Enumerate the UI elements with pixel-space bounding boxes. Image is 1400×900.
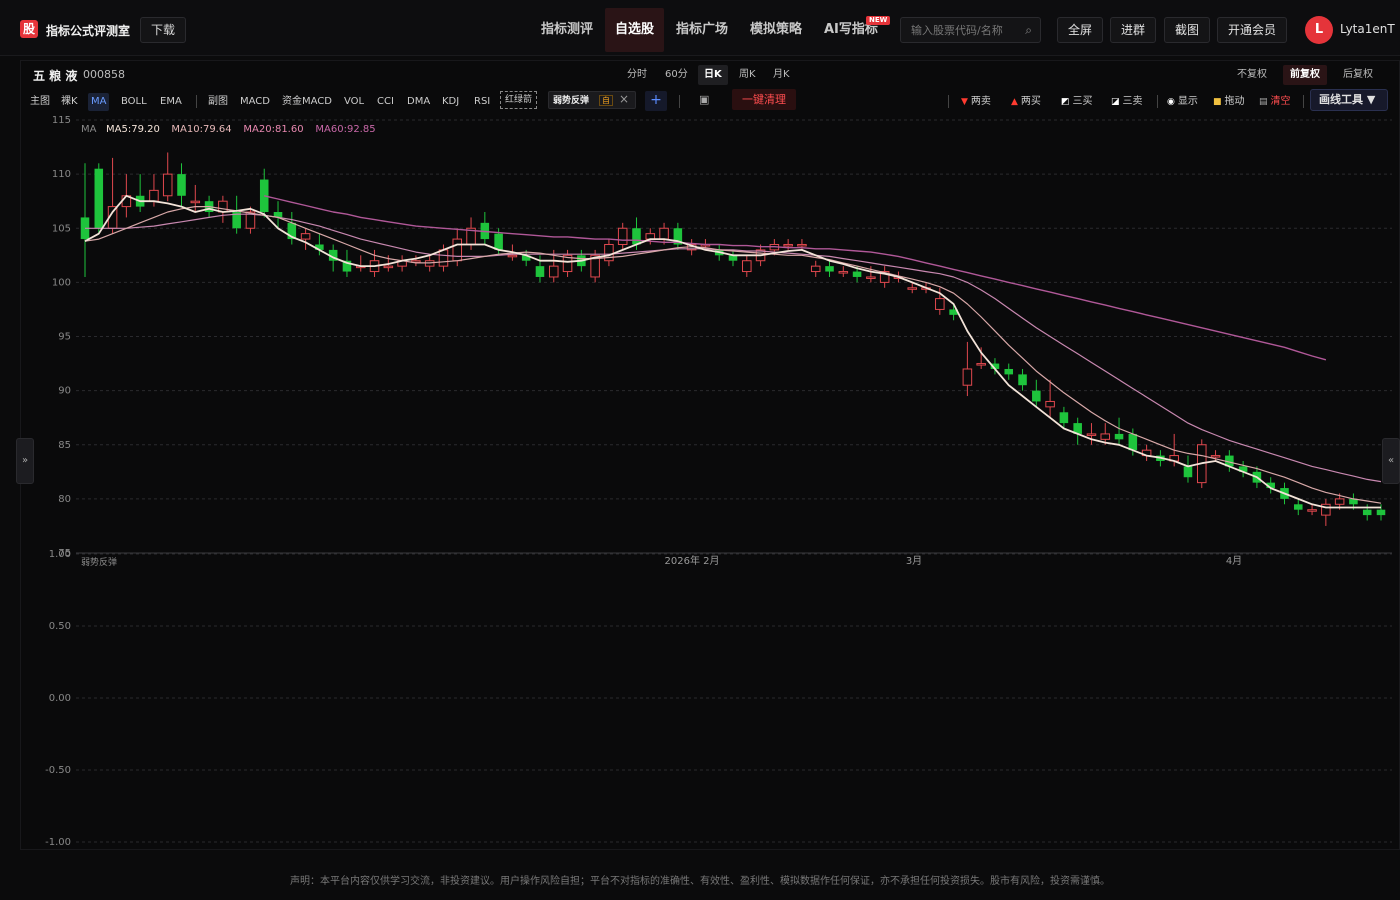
x-axis-label: 3月 (906, 555, 922, 567)
candle-body (494, 233, 503, 250)
x-axis-label: 4月 (1226, 555, 1242, 567)
candle-body (507, 254, 518, 258)
candle-body (810, 265, 821, 273)
candle-body (1114, 433, 1124, 440)
candle-body (1086, 433, 1097, 436)
candle-body (852, 271, 862, 277)
candle-body (797, 243, 807, 247)
y-tick-label: 105 (52, 223, 71, 234)
ma-legend-item: MA10:79.64 (171, 124, 231, 135)
candle-body (1018, 374, 1027, 386)
sub-y-tick-label: 1.00 (49, 549, 71, 560)
candle-body (190, 200, 201, 204)
candle-body (935, 298, 945, 310)
candle-body (1032, 390, 1041, 402)
candle-body (548, 265, 559, 278)
sub-y-tick-label: 0.50 (49, 621, 71, 632)
kline-chart[interactable]: 11511010510095908580751.000.500.00-0.50-… (0, 0, 1400, 900)
y-tick-label: 90 (58, 386, 71, 397)
ma10-line (84, 206, 1382, 504)
sub-y-tick-label: -0.50 (45, 765, 71, 776)
candle-body (438, 249, 449, 267)
candle-body (383, 265, 394, 269)
candle-body (1100, 433, 1111, 440)
app-root: 股 指标公式评测室 下载 指标测评 自选股 指标广场 模拟策略 AI写指标 NE… (0, 0, 1400, 900)
candle-body (838, 271, 849, 274)
candle-body (1334, 498, 1345, 505)
candle-body (962, 368, 973, 386)
candle-body (149, 189, 159, 202)
candle-body (452, 238, 463, 262)
expand-right-icon[interactable]: « (1382, 438, 1400, 484)
candle-body (535, 266, 545, 277)
candle-body (825, 266, 834, 272)
y-tick-label: 100 (52, 277, 71, 288)
ma-legend-prefix: MA (81, 124, 97, 135)
candle-body (1362, 509, 1372, 516)
candle-body (1183, 466, 1193, 478)
candle-body (1004, 368, 1014, 375)
ma-legend-item: MA5:79.20 (106, 124, 160, 135)
candle-body (907, 287, 918, 290)
expand-left-icon[interactable]: » (16, 438, 34, 484)
y-tick-label: 95 (58, 332, 71, 343)
candle-body (1210, 455, 1221, 458)
candle-body (866, 276, 876, 279)
candle-body (1307, 509, 1317, 512)
y-tick-label: 80 (58, 494, 71, 505)
candle-body (1128, 433, 1138, 451)
disclaimer-text: 声明：本平台内容仅供学习交流，非投资建议。用户操作风险自担；平台不对指标的准确性… (290, 876, 1110, 887)
candle-body (742, 260, 752, 273)
candle-body (94, 168, 104, 229)
y-tick-label: 85 (58, 440, 71, 451)
candle-body (300, 233, 311, 240)
candle-body (632, 228, 641, 245)
y-tick-label: 110 (52, 169, 71, 180)
candle-body (1059, 412, 1069, 424)
y-tick-label: 115 (52, 115, 71, 126)
candle-body (1376, 509, 1386, 516)
sub-y-tick-label: -1.00 (45, 837, 71, 848)
candle-body (1045, 400, 1055, 408)
x-axis-label: 2026年 2月 (665, 554, 720, 567)
candle-body (162, 173, 173, 197)
candle-body (659, 227, 669, 240)
sub-y-tick-label: 0.00 (49, 693, 71, 704)
candle-body (976, 363, 986, 366)
candle-body (177, 174, 186, 196)
sub-pane-label: 弱势反弹 (81, 556, 117, 568)
ma60-line (264, 195, 1327, 361)
candle-body (617, 227, 628, 245)
candle-body (783, 243, 793, 247)
candle-body (1294, 504, 1303, 510)
ma-legend-item: MA20:81.60 (243, 124, 303, 135)
ma5-line (84, 194, 1381, 509)
ma-legend-item: MA60:92.85 (315, 124, 375, 135)
